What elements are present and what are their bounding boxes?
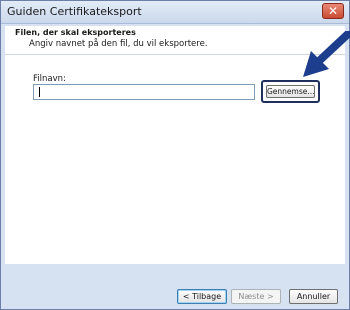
filename-label: Filnavn: [33,74,66,84]
title-bar: Guiden Certifikateksport ✕ [1,1,349,24]
window-title: Guiden Certifikateksport [7,5,142,18]
page-title: Filen, der skal eksporteres [15,28,136,37]
wizard-content: Filen, der skal eksporteres Angiv navnet… [5,26,345,264]
close-button[interactable]: ✕ [322,3,344,19]
browse-button[interactable]: Gennemse... [266,85,315,98]
pointer-arrow-icon [303,31,350,77]
cancel-button[interactable]: Annuller [289,289,338,304]
next-button[interactable]: Næste > [231,289,281,304]
wizard-header: Filen, der skal eksporteres Angiv navnet… [5,26,345,55]
page-subtitle: Angiv navnet på den fil, du vil eksporte… [29,39,208,49]
export-wizard-window: Guiden Certifikateksport ✕ Filen, der sk… [0,0,350,310]
filename-input[interactable] [33,84,255,100]
text-caret [39,87,40,97]
wizard-button-bar: < Tilbage Næste > Annuller [5,264,345,306]
back-button[interactable]: < Tilbage [177,289,227,304]
close-icon: ✕ [327,4,339,18]
browse-highlight-box: Gennemse... [261,80,320,103]
